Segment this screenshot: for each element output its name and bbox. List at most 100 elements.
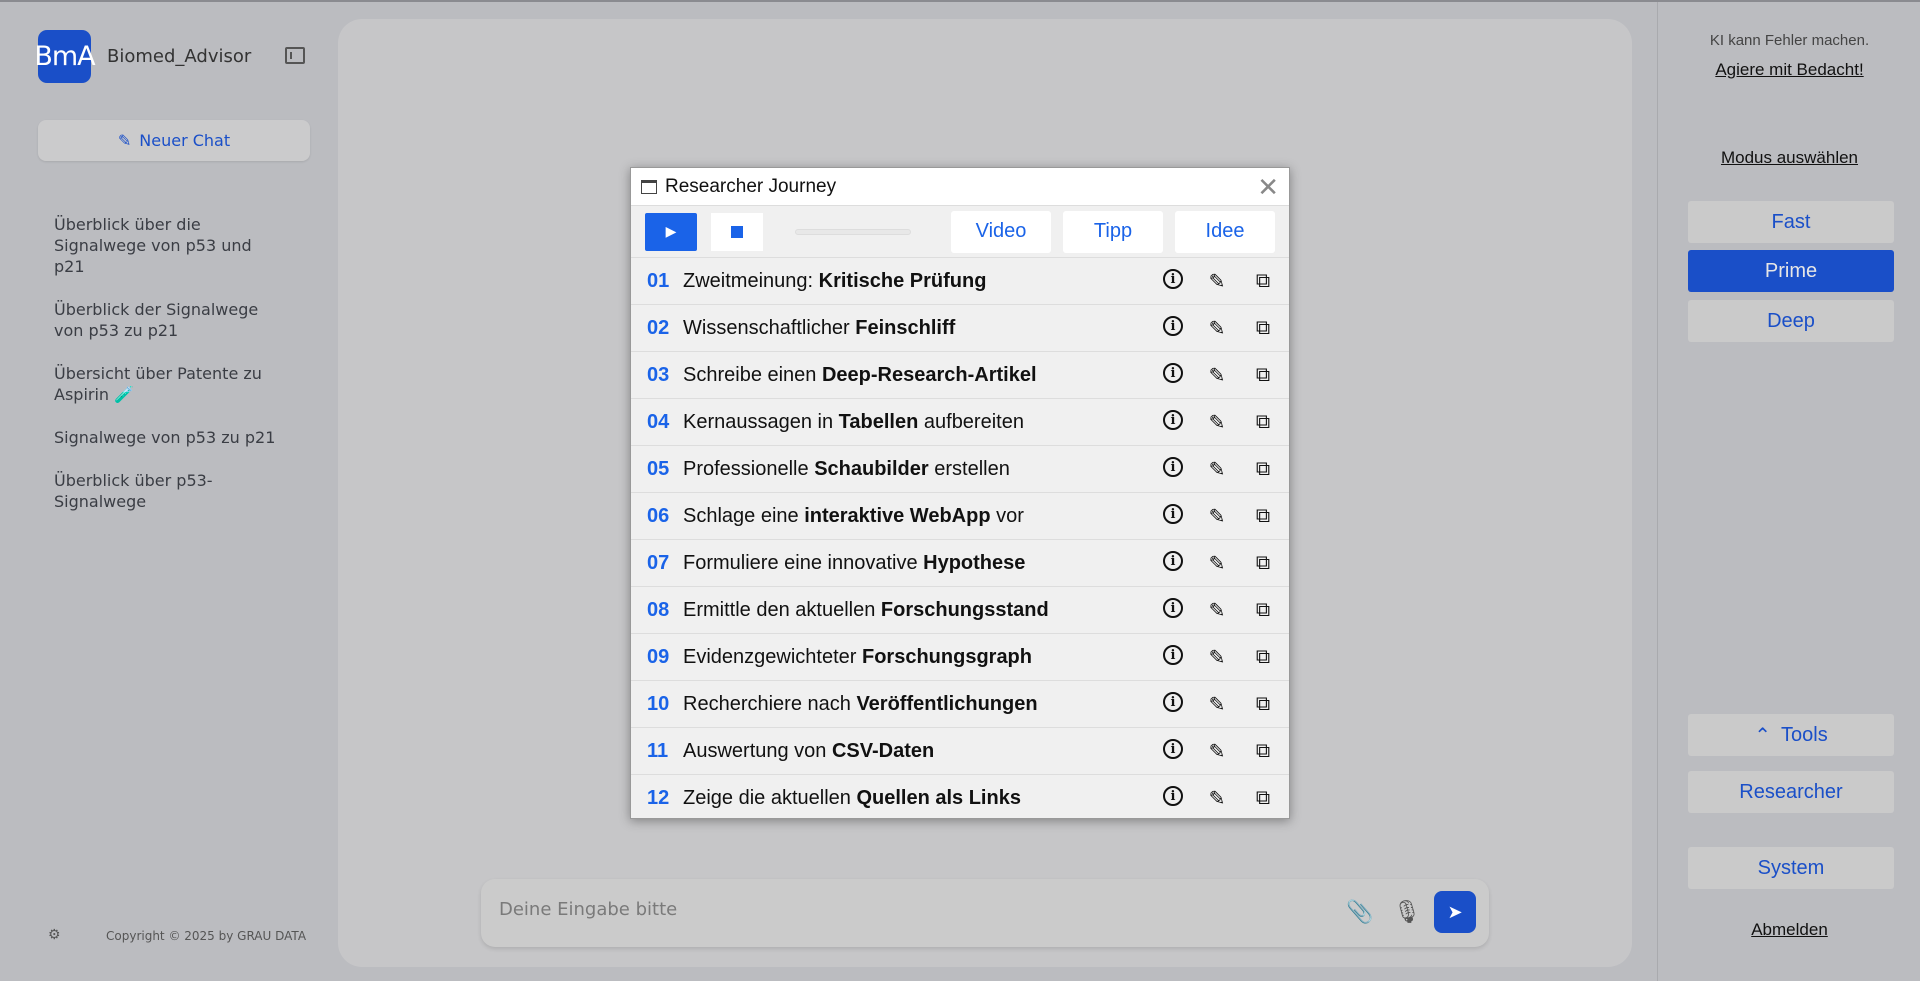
journey-item[interactable]: 11 Auswertung von CSV-Daten i ✎ ⧉ (631, 728, 1289, 775)
pencil-icon[interactable]: ✎ (1205, 457, 1229, 481)
pencil-icon[interactable]: ✎ (1205, 269, 1229, 293)
progress-bar (795, 228, 911, 235)
item-text: Professionelle Schaubilder erstellen (683, 457, 1010, 480)
history-item[interactable]: Überblick der Signalwege von p53 zu p21 (54, 299, 284, 341)
info-icon[interactable]: i (1163, 786, 1183, 806)
journey-item[interactable]: 12 Zeige die aktuellen Quellen als Links… (631, 775, 1289, 818)
attach-icon[interactable]: 📎 (1346, 899, 1373, 925)
researcher-button[interactable]: Researcher (1688, 771, 1894, 813)
item-number: 07 (647, 551, 670, 574)
item-number: 12 (647, 786, 670, 809)
pencil-icon[interactable]: ✎ (1205, 410, 1229, 434)
info-icon[interactable]: i (1163, 410, 1183, 430)
new-chat-button[interactable]: ✎ Neuer Chat (38, 120, 310, 161)
copy-icon[interactable]: ⧉ (1251, 363, 1275, 387)
mode-prime-button[interactable]: Prime (1688, 250, 1894, 292)
pencil-icon[interactable]: ✎ (1205, 504, 1229, 528)
history-item[interactable]: Übersicht über Patente zu Aspirin 🧪 (54, 363, 284, 405)
journey-item[interactable]: 05 Professionelle Schaubilder erstellen … (631, 446, 1289, 493)
info-icon[interactable]: i (1163, 692, 1183, 712)
info-icon[interactable]: i (1163, 504, 1183, 524)
history-item[interactable]: Signalwege von p53 zu p21 (54, 427, 284, 448)
app-logo: BmA (34, 30, 96, 83)
item-text: Formuliere eine innovative Hypothese (683, 551, 1026, 574)
copy-icon[interactable]: ⧉ (1251, 316, 1275, 340)
pencil-icon[interactable]: ✎ (1205, 363, 1229, 387)
copyright: Copyright © 2025 by GRAU DATA (106, 929, 307, 943)
info-icon[interactable]: i (1163, 316, 1183, 336)
info-icon[interactable]: i (1163, 363, 1183, 383)
journey-item[interactable]: 07 Formuliere eine innovative Hypothese … (631, 540, 1289, 587)
item-text: Evidenzgewichteter Forschungsgraph (683, 645, 1032, 668)
copy-icon[interactable]: ⧉ (1251, 739, 1275, 763)
send-button[interactable]: ➤ (1434, 891, 1476, 933)
info-icon[interactable]: i (1163, 457, 1183, 477)
info-icon[interactable]: i (1163, 739, 1183, 759)
journey-list: 01 Zweitmeinung: Kritische Prüfung i ✎ ⧉ 02… (631, 258, 1289, 818)
sidebar: BmA Biomed_Advisor ✎ Neuer Chat Überblic… (0, 2, 338, 981)
pencil-icon[interactable]: ✎ (1205, 598, 1229, 622)
tools-button[interactable]: ⌃ Tools (1688, 714, 1894, 756)
video-button[interactable]: Video (951, 210, 1051, 253)
journey-item[interactable]: 08 Ermittle den aktuellen Forschungsstan… (631, 587, 1289, 634)
idea-button[interactable]: Idee (1175, 210, 1275, 253)
mode-fast-button[interactable]: Fast (1688, 201, 1894, 243)
mode-deep-button[interactable]: Deep (1688, 300, 1894, 342)
history-item[interactable]: Überblick über die Signalwege von p53 un… (54, 214, 284, 277)
sidebar-toggle-icon[interactable] (285, 47, 305, 64)
copy-icon[interactable]: ⧉ (1251, 504, 1275, 528)
play-button[interactable]: ▶ (645, 212, 697, 251)
info-icon[interactable]: i (1163, 598, 1183, 618)
item-text: Schlage eine interaktive WebApp vor (683, 504, 1024, 527)
chat-input[interactable] (499, 899, 1299, 920)
info-icon[interactable]: i (1163, 645, 1183, 665)
settings-sliders-icon[interactable]: ⚙ (48, 926, 70, 946)
pencil-icon[interactable]: ✎ (1205, 692, 1229, 716)
pencil-icon[interactable]: ✎ (1205, 316, 1229, 340)
pencil-icon[interactable]: ✎ (1205, 645, 1229, 669)
info-icon[interactable]: i (1163, 269, 1183, 289)
journey-item[interactable]: 10 Recherchiere nach Veröffentlichungen … (631, 681, 1289, 728)
system-button[interactable]: System (1688, 847, 1894, 889)
info-icon[interactable]: i (1163, 551, 1183, 571)
copy-icon[interactable]: ⧉ (1251, 645, 1275, 669)
logout-link[interactable]: Abmelden (1751, 920, 1828, 939)
tip-button[interactable]: Tipp (1063, 210, 1163, 253)
item-number: 10 (647, 692, 670, 715)
copy-icon[interactable]: ⧉ (1251, 457, 1275, 481)
copy-icon[interactable]: ⧉ (1251, 692, 1275, 716)
item-number: 06 (647, 504, 670, 527)
mode-select-label[interactable]: Modus auswählen (1721, 148, 1858, 167)
item-text: Recherchiere nach Veröffentlichungen (683, 692, 1038, 715)
stop-button[interactable] (711, 212, 763, 251)
journey-item[interactable]: 02 Wissenschaftlicher Feinschliff i ✎ ⧉ (631, 305, 1289, 352)
pencil-icon[interactable]: ✎ (1205, 551, 1229, 575)
caution-link[interactable]: Agiere mit Bedacht! (1715, 60, 1863, 79)
copy-icon[interactable]: ⧉ (1251, 598, 1275, 622)
pencil-icon[interactable]: ✎ (1205, 786, 1229, 810)
modal-title: Researcher Journey (665, 175, 837, 197)
item-text: Kernaussagen in Tabellen aufbereiten (683, 410, 1024, 433)
history-item[interactable]: Überblick über p53-Signalwege (54, 470, 284, 512)
copy-icon[interactable]: ⧉ (1251, 269, 1275, 293)
journey-item[interactable]: 03 Schreibe einen Deep-Research-Artikel … (631, 352, 1289, 399)
item-number: 01 (647, 269, 670, 292)
journey-item[interactable]: 06 Schlage eine interaktive WebApp vor i… (631, 493, 1289, 540)
item-text: Wissenschaftlicher Feinschliff (683, 316, 956, 339)
journey-item[interactable]: 09 Evidenzgewichteter Forschungsgraph i ✎… (631, 634, 1289, 681)
copy-icon[interactable]: ⧉ (1251, 410, 1275, 434)
item-number: 09 (647, 645, 670, 668)
researcher-journey-modal: Researcher Journey ✕ ▶ Video Tipp Idee 0… (630, 167, 1290, 819)
journey-item[interactable]: 01 Zweitmeinung: Kritische Prüfung i ✎ ⧉ (631, 258, 1289, 305)
microphone-icon[interactable]: 🎙 (1393, 899, 1421, 925)
copy-icon[interactable]: ⧉ (1251, 551, 1275, 575)
pencil-icon[interactable]: ✎ (1205, 739, 1229, 763)
warning-text: KI kann Fehler machen. (1709, 32, 1870, 49)
item-number: 11 (647, 739, 669, 762)
journey-item[interactable]: 04 Kernaussagen in Tabellen aufbereiten … (631, 399, 1289, 446)
copy-icon[interactable]: ⧉ (1251, 786, 1275, 810)
item-text: Auswertung von CSV-Daten (683, 739, 935, 762)
close-icon[interactable]: ✕ (1257, 172, 1279, 203)
item-number: 03 (647, 363, 670, 386)
modal-header: Researcher Journey ✕ (631, 168, 1289, 206)
